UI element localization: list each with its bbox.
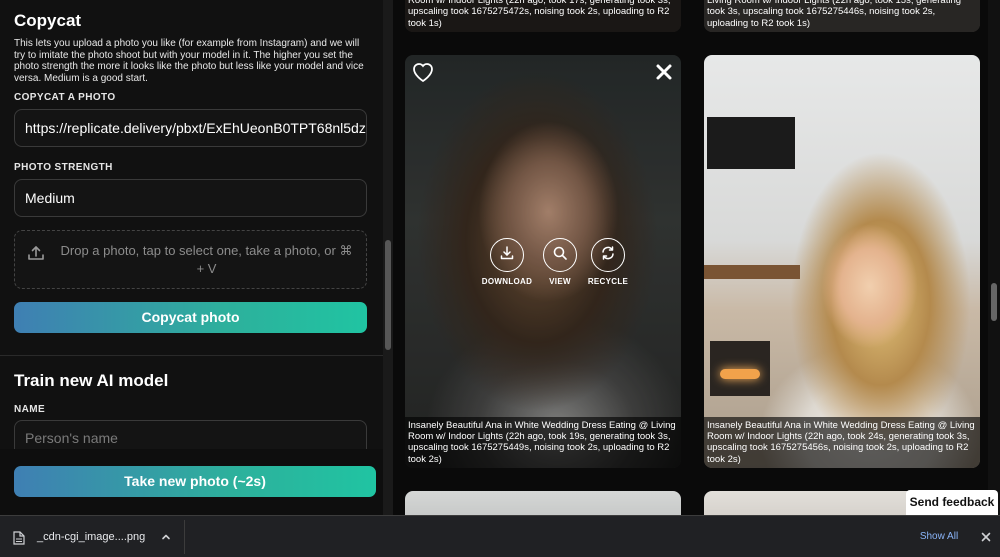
dropzone-text: Drop a photo, tap to select one, take a … [60, 243, 353, 276]
copycat-photo-label: COPYCAT A PHOTO [14, 92, 116, 103]
left-panel: Copycat This lets you upload a photo you… [0, 0, 383, 515]
photo-strength-select[interactable]: Medium [14, 179, 367, 217]
tv-shape [707, 117, 795, 169]
gallery-scrollbar[interactable] [988, 0, 1000, 515]
show-all-button[interactable]: Show All [911, 527, 967, 547]
photo-gallery: Room w/ Indoor Lights (22h ago, took 17s… [393, 0, 988, 515]
recycle-icon [600, 245, 616, 266]
recycle-button[interactable] [591, 238, 625, 272]
photo-strength-label: PHOTO STRENGTH [14, 162, 113, 173]
photo-dropzone[interactable]: Drop a photo, tap to select one, take a … [14, 230, 367, 289]
shelf-shape [704, 265, 800, 279]
download-label: DOWNLOAD [481, 277, 533, 286]
name-label: NAME [14, 404, 46, 415]
copycat-photo-url-input[interactable]: https://replicate.delivery/pbxt/ExEhUeon… [14, 109, 367, 147]
photo-caption: Living Room w/ Indoor Lights (22h ago, t… [704, 0, 980, 32]
close-icon[interactable] [655, 63, 673, 86]
gallery-scrollbar-thumb[interactable] [991, 283, 997, 321]
heart-icon[interactable] [411, 61, 435, 88]
search-icon [552, 245, 568, 266]
train-title: Train new AI model [14, 371, 169, 390]
close-icon[interactable] [980, 530, 992, 548]
photo-caption: Room w/ Indoor Lights (22h ago, took 17s… [405, 0, 681, 32]
gallery-card[interactable]: Insanely Beautiful Ana in White Wedding … [704, 55, 980, 468]
copycat-description: This lets you upload a photo you like (f… [14, 38, 364, 84]
download-button[interactable] [490, 238, 524, 272]
hover-overlay [405, 55, 681, 468]
chevron-up-icon[interactable] [160, 530, 172, 548]
file-icon [13, 531, 25, 550]
gallery-card[interactable] [405, 491, 681, 515]
left-scrollbar-thumb[interactable] [385, 240, 391, 350]
shelf-separator [184, 520, 185, 554]
view-button[interactable] [543, 238, 577, 272]
gallery-card[interactable]: Living Room w/ Indoor Lights (22h ago, t… [704, 0, 980, 32]
take-new-photo-button[interactable]: Take new photo (~2s) [14, 466, 376, 497]
download-icon [499, 245, 515, 266]
divider [0, 355, 383, 356]
photo-caption: Insanely Beautiful Ana in White Wedding … [405, 416, 681, 468]
photo-caption: Insanely Beautiful Ana in White Wedding … [704, 416, 980, 468]
send-feedback-button[interactable]: Send feedback [906, 490, 998, 515]
download-shelf: _cdn-cgi_image....png Show All [0, 515, 1000, 557]
copycat-title: Copycat [14, 11, 82, 30]
recycle-label: RECYCLE [587, 277, 629, 286]
left-scrollbar[interactable] [383, 0, 393, 515]
bottom-action-bar: Take new photo (~2s) [0, 449, 393, 515]
upload-icon [27, 244, 45, 267]
gallery-card[interactable]: Room w/ Indoor Lights (22h ago, took 17s… [405, 0, 681, 32]
fireplace-shape [710, 341, 770, 396]
copycat-photo-button[interactable]: Copycat photo [14, 302, 367, 333]
downloaded-file-name[interactable]: _cdn-cgi_image....png [37, 531, 145, 543]
gallery-card-hovered[interactable]: DOWNLOAD VIEW RECYCLE Insanely Beautiful… [405, 55, 681, 468]
